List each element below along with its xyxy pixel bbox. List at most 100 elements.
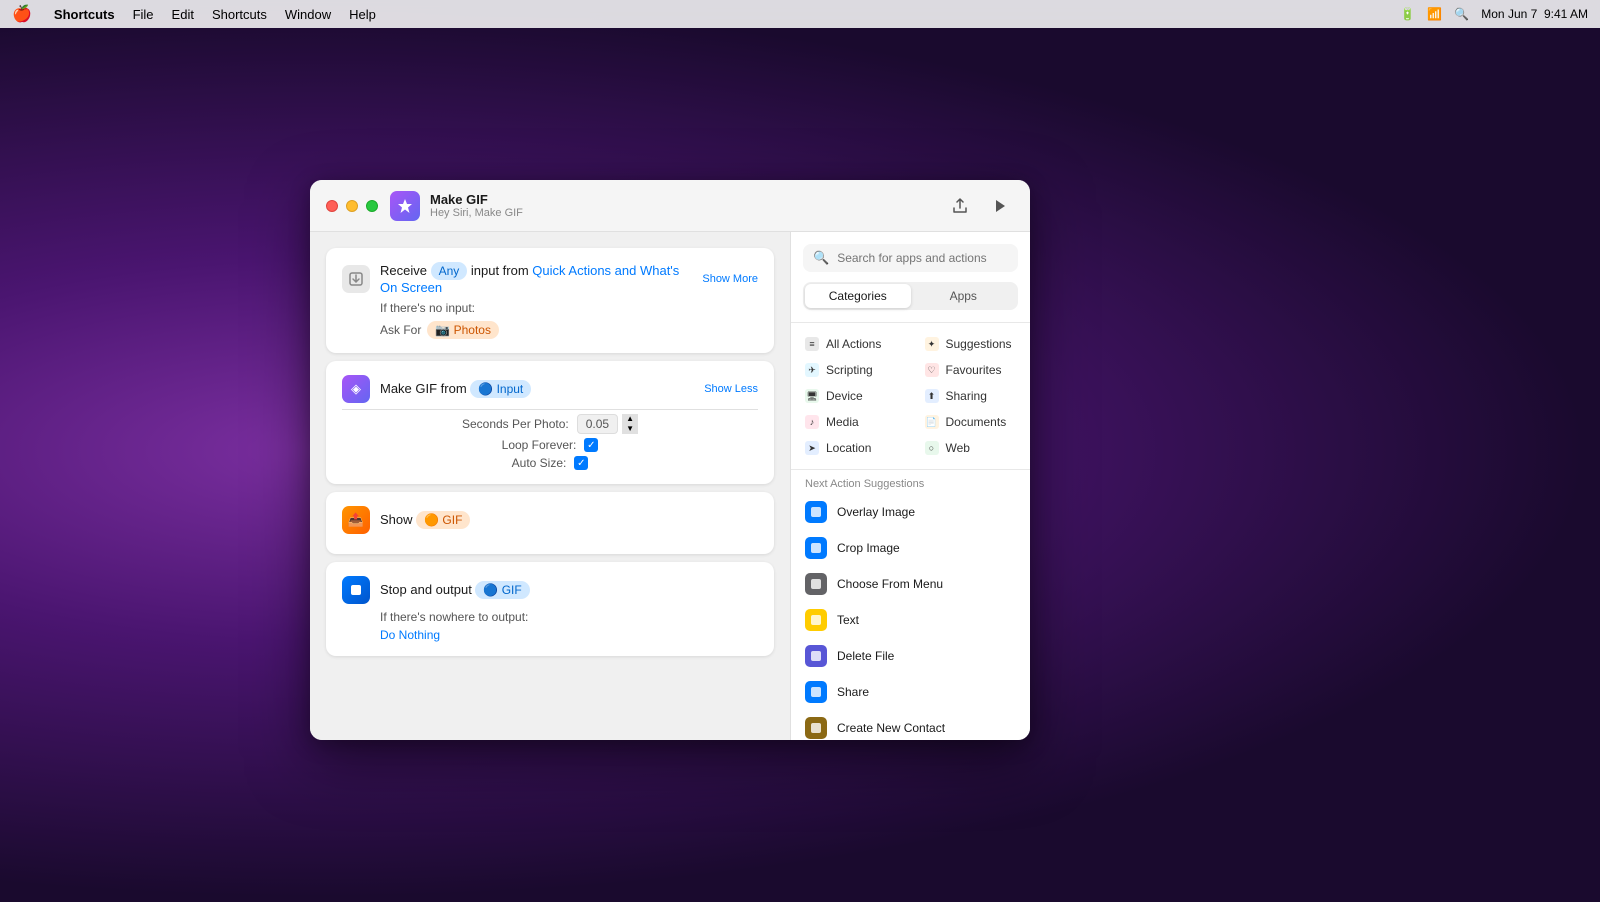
show-more-toggle[interactable]: Show More bbox=[702, 273, 758, 285]
cat-media[interactable]: ♪ Media bbox=[791, 409, 911, 435]
receive-ask-row: Ask For 📷 Photos bbox=[380, 321, 758, 339]
receive-header: Receive Any input from Quick Actions and… bbox=[342, 262, 758, 295]
window-toolbar-actions bbox=[946, 192, 1014, 220]
choose-from-menu-label: Choose From Menu bbox=[837, 577, 943, 591]
make-gif-title: Make GIF from 🔵 Input bbox=[380, 380, 694, 398]
scripting-icon: ✈ bbox=[805, 363, 819, 377]
cat-documents[interactable]: 📄 Documents bbox=[911, 409, 1031, 435]
receive-action-block: Receive Any input from Quick Actions and… bbox=[326, 248, 774, 353]
suggestion-overlay-image[interactable]: Overlay Image bbox=[791, 494, 1030, 530]
show-less-toggle[interactable]: Show Less bbox=[704, 383, 758, 395]
stop-sub: If there's nowhere to output: Do Nothing bbox=[342, 610, 758, 642]
run-button[interactable] bbox=[986, 192, 1014, 220]
cat-device[interactable]: 🖥 Device bbox=[791, 383, 911, 409]
receive-icon bbox=[342, 265, 370, 293]
share-icon bbox=[805, 681, 827, 703]
if-no-input-label: If there's no input: bbox=[380, 301, 475, 315]
cat-all-actions[interactable]: ≡ All Actions bbox=[791, 331, 911, 357]
cat-location[interactable]: ➤ Location bbox=[791, 435, 911, 461]
suggestion-choose-from-menu[interactable]: Choose From Menu bbox=[791, 566, 1030, 602]
share-button[interactable] bbox=[946, 192, 974, 220]
show-title: Show 🟠 GIF bbox=[380, 511, 758, 529]
app-name-label[interactable]: Shortcuts bbox=[54, 7, 115, 22]
menubar: 🍎 Shortcuts File Edit Shortcuts Window H… bbox=[0, 0, 1600, 28]
overlay-image-label: Overlay Image bbox=[837, 505, 915, 519]
all-actions-icon: ≡ bbox=[805, 337, 819, 351]
search-bar-icon: 🔍 bbox=[813, 250, 829, 266]
cat-favourites[interactable]: ♡ Favourites bbox=[911, 357, 1031, 383]
web-label: Web bbox=[946, 441, 970, 455]
tab-categories[interactable]: Categories bbox=[805, 284, 911, 308]
menu-window[interactable]: Window bbox=[285, 7, 331, 22]
window-app-icon bbox=[390, 191, 420, 221]
suggestion-text[interactable]: Text bbox=[791, 602, 1030, 638]
documents-icon: 📄 bbox=[925, 415, 939, 429]
menu-shortcuts[interactable]: Shortcuts bbox=[212, 7, 267, 22]
suggestions-header: Next Action Suggestions bbox=[791, 470, 1030, 494]
suggestion-delete-file[interactable]: Delete File bbox=[791, 638, 1030, 674]
loop-checkbox[interactable]: ✓ bbox=[584, 438, 598, 452]
crop-image-icon bbox=[805, 537, 827, 559]
media-label: Media bbox=[826, 415, 859, 429]
maximize-button[interactable] bbox=[366, 200, 378, 212]
search-icon[interactable]: 🔍 bbox=[1454, 7, 1469, 21]
cat-suggestions[interactable]: ✦ Suggestions bbox=[911, 331, 1031, 357]
all-actions-label: All Actions bbox=[826, 337, 881, 351]
media-icon: ♪ bbox=[805, 415, 819, 429]
close-button[interactable] bbox=[326, 200, 338, 212]
stop-output-action-block: Stop and output 🔵 GIF If there's nowhere… bbox=[326, 562, 774, 656]
stepper-up[interactable]: ▲ bbox=[622, 414, 638, 424]
receive-source-link[interactable]: Quick Actions and What's On Screen bbox=[380, 263, 679, 295]
seconds-label: Seconds Per Photo: bbox=[462, 417, 569, 431]
input-chip[interactable]: 🔵 Input bbox=[470, 380, 531, 398]
gif-chip[interactable]: 🟠 GIF bbox=[416, 511, 470, 529]
documents-label: Documents bbox=[946, 415, 1007, 429]
window-title-info: Make GIF Hey Siri, Make GIF bbox=[430, 192, 523, 219]
apple-menu-icon[interactable]: 🍎 bbox=[12, 4, 32, 24]
gif-output-chip[interactable]: 🔵 GIF bbox=[475, 581, 529, 599]
text-label: Text bbox=[837, 613, 859, 627]
tab-apps[interactable]: Apps bbox=[911, 284, 1017, 308]
search-input[interactable] bbox=[837, 251, 1008, 265]
ask-for-label: Ask For bbox=[380, 323, 421, 337]
do-nothing-link[interactable]: Do Nothing bbox=[380, 628, 440, 642]
seconds-stepper[interactable]: 0.05 ▲ ▼ bbox=[577, 414, 638, 434]
photos-chip[interactable]: 📷 Photos bbox=[427, 321, 499, 339]
shortcuts-window: Make GIF Hey Siri, Make GIF bbox=[310, 180, 1030, 740]
window-content: Receive Any input from Quick Actions and… bbox=[310, 232, 1030, 740]
menu-file[interactable]: File bbox=[133, 7, 154, 22]
favourites-label: Favourites bbox=[946, 363, 1002, 377]
suggestion-share[interactable]: Share bbox=[791, 674, 1030, 710]
stop-header: Stop and output 🔵 GIF bbox=[342, 576, 758, 604]
cat-scripting[interactable]: ✈ Scripting bbox=[791, 357, 911, 383]
scripting-label: Scripting bbox=[826, 363, 873, 377]
suggestion-crop-image[interactable]: Crop Image bbox=[791, 530, 1030, 566]
stepper-down[interactable]: ▼ bbox=[622, 424, 638, 434]
menu-help[interactable]: Help bbox=[349, 7, 376, 22]
make-gif-icon: ◈ bbox=[342, 375, 370, 403]
stepper-buttons[interactable]: ▲ ▼ bbox=[622, 414, 638, 434]
minimize-button[interactable] bbox=[346, 200, 358, 212]
delete-file-label: Delete File bbox=[837, 649, 894, 663]
cat-web[interactable]: ○ Web bbox=[911, 435, 1031, 461]
wifi-icon: 📶 bbox=[1427, 7, 1442, 21]
seconds-value[interactable]: 0.05 bbox=[577, 414, 618, 434]
stop-icon bbox=[342, 576, 370, 604]
menu-edit[interactable]: Edit bbox=[172, 7, 194, 22]
suggestion-create-contact[interactable]: Create New Contact bbox=[791, 710, 1030, 740]
menubar-left: 🍎 Shortcuts File Edit Shortcuts Window H… bbox=[12, 4, 376, 24]
make-gif-header: ◈ Make GIF from 🔵 Input Show Less bbox=[342, 375, 758, 403]
receive-any-chip[interactable]: Any bbox=[431, 262, 468, 280]
categories-list: ≡ All Actions ✦ Suggestions ✈ Scripting … bbox=[791, 323, 1030, 470]
create-contact-icon bbox=[805, 717, 827, 739]
stop-title: Stop and output 🔵 GIF bbox=[380, 581, 758, 599]
show-icon: 📤 bbox=[342, 506, 370, 534]
battery-icon: 🔋 bbox=[1400, 7, 1415, 21]
device-label: Device bbox=[826, 389, 863, 403]
actions-panel-header: 🔍 Categories Apps bbox=[791, 232, 1030, 323]
cat-sharing[interactable]: ⬆ Sharing bbox=[911, 383, 1031, 409]
sharing-icon: ⬆ bbox=[925, 389, 939, 403]
actions-panel: 🔍 Categories Apps ≡ All Actions bbox=[790, 232, 1030, 740]
share-label: Share bbox=[837, 685, 869, 699]
autosize-checkbox[interactable]: ✓ bbox=[574, 456, 588, 470]
